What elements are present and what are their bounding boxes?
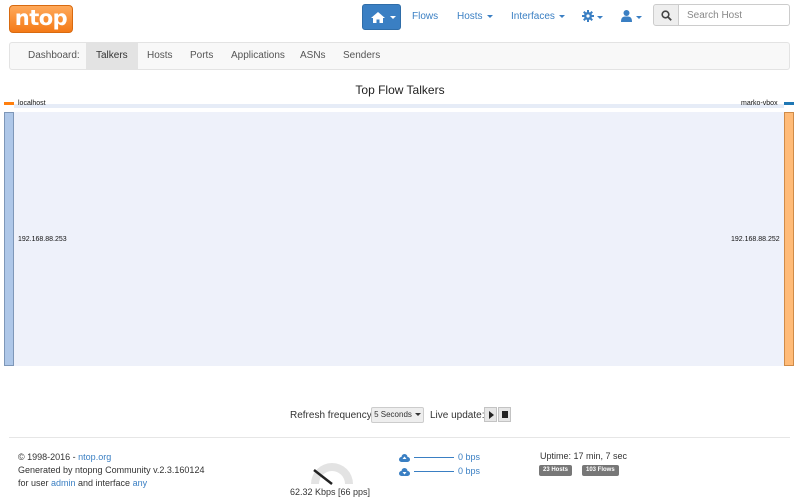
chevron-down-icon [636, 16, 642, 19]
upload-value: 0 bps [458, 452, 481, 462]
gear-icon[interactable] [582, 10, 594, 22]
cloud-upload-icon [399, 453, 410, 462]
sankey-node-target-host[interactable] [784, 112, 794, 366]
stop-icon [502, 411, 508, 418]
nav-interfaces-label: Interfaces [511, 11, 555, 22]
interface-link[interactable]: any [133, 478, 148, 488]
throughput-gauge [311, 463, 353, 485]
nav-interfaces[interactable]: Interfaces [511, 11, 565, 22]
tab-ports[interactable]: Ports [180, 43, 223, 69]
top-talkers-sankey [4, 102, 794, 366]
cloud-download-icon [399, 467, 410, 476]
stop-button[interactable] [498, 407, 511, 422]
chevron-down-icon [558, 14, 565, 18]
nav-hosts[interactable]: Hosts [457, 11, 493, 22]
ntop-logo[interactable]: ntop [9, 5, 73, 33]
tab-talkers[interactable]: Talkers [86, 43, 138, 69]
footer-divider [9, 437, 790, 438]
ntop-site-link[interactable]: ntop.org [78, 452, 111, 462]
sankey-link[interactable] [14, 112, 784, 366]
search-icon [661, 10, 672, 21]
chart-title: Top Flow Talkers [355, 83, 445, 97]
refresh-frequency-select[interactable]: 5 Seconds [371, 407, 424, 423]
search-button[interactable] [653, 4, 679, 26]
sankey-label-target-group: marko-vbox [741, 100, 778, 107]
tab-asns[interactable]: ASNs [290, 43, 336, 69]
sankey-label-target-host: 192.168.88.252 [731, 236, 780, 243]
copyright-line: © 1998-2016 - ntop.org [18, 452, 111, 462]
upload-rate: 0 bps [399, 452, 480, 462]
tab-dashboard-label: Dashboard: [28, 50, 80, 61]
tab-applications[interactable]: Applications [221, 43, 295, 69]
refresh-frequency-label: Refresh frequency: [290, 410, 375, 421]
nav-hosts-label: Hosts [457, 11, 483, 22]
download-rate: 0 bps [399, 466, 480, 476]
play-button[interactable] [484, 407, 497, 422]
for-user-text: for user [18, 478, 52, 488]
live-update-label: Live update: [430, 410, 485, 421]
user-icon[interactable] [621, 10, 632, 22]
version-text: Generated by ntopng Community v.2.3.1601… [18, 465, 205, 475]
chevron-down-icon [486, 14, 493, 18]
tab-senders[interactable]: Senders [333, 43, 390, 69]
refresh-frequency-value: 5 Seconds [374, 410, 412, 419]
copyright-text: © 1998-2016 - [18, 452, 79, 462]
play-icon [489, 411, 494, 419]
download-value: 0 bps [458, 466, 481, 476]
and-interface-text: and interface [75, 478, 133, 488]
chevron-down-icon [390, 16, 396, 19]
chevron-down-icon [414, 413, 421, 417]
home-menu-button[interactable] [362, 4, 401, 30]
hosts-count-badge[interactable]: 23 Hosts [539, 465, 573, 476]
dashboard-tabs: Dashboard: Talkers Hosts Ports Applicati… [9, 42, 790, 70]
uptime-text: Uptime: 17 min, 7 sec [540, 451, 628, 461]
chevron-down-icon [597, 16, 603, 19]
sankey-node-source-host[interactable] [4, 112, 14, 366]
sankey-label-source-group: localhost [18, 100, 46, 107]
sankey-node-group-source[interactable] [4, 102, 14, 105]
flows-count-badge[interactable]: 103 Flows [582, 465, 619, 476]
throughput-value: 62.32 Kbps [66 pps] [290, 487, 371, 497]
user-link[interactable]: admin [51, 478, 76, 488]
sankey-label-source-host: 192.168.88.253 [18, 236, 67, 243]
home-icon [371, 12, 385, 23]
tab-hosts[interactable]: Hosts [137, 43, 183, 69]
sankey-node-group-target[interactable] [784, 102, 794, 105]
sankey-link[interactable] [14, 104, 784, 108]
user-interface-line: for user admin and interface any [18, 478, 147, 488]
nav-flows[interactable]: Flows [412, 11, 438, 22]
search-input[interactable] [678, 4, 790, 26]
